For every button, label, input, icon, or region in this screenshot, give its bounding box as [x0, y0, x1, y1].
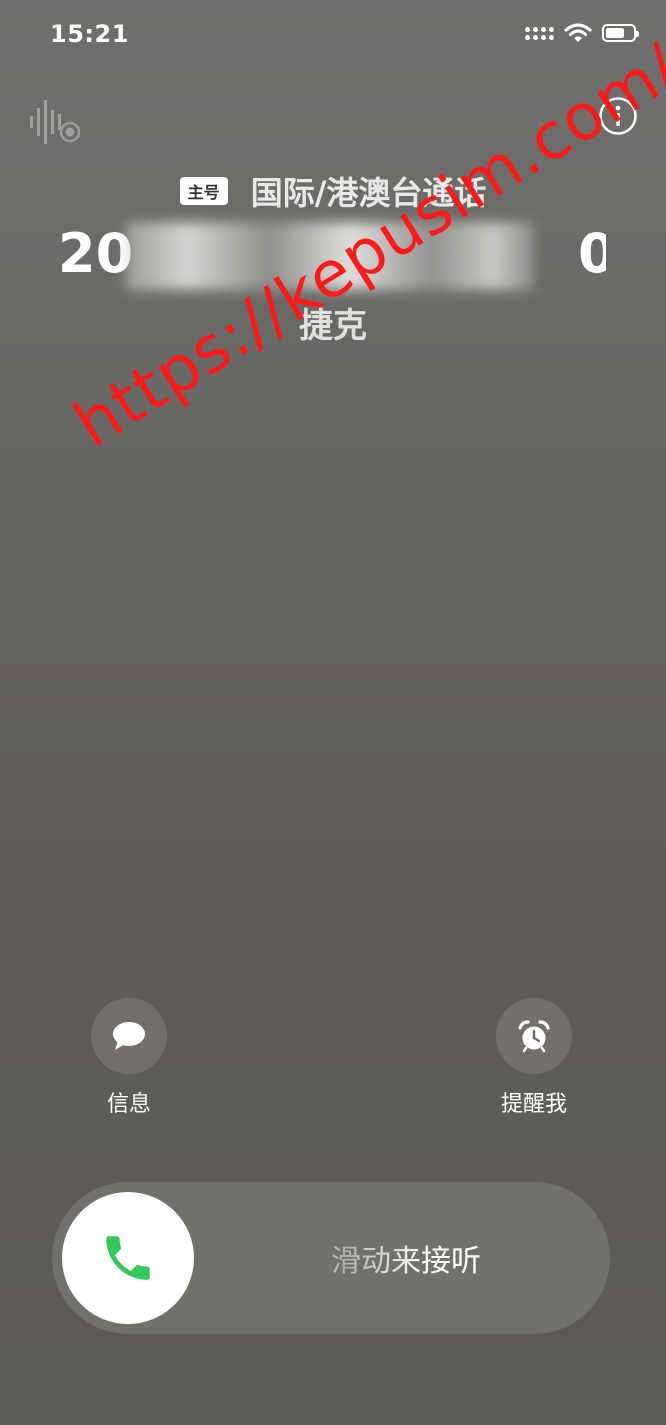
sim-badge: 主号: [179, 177, 228, 205]
phone-icon: [106, 1236, 150, 1280]
battery-icon: [602, 24, 639, 42]
call-type-row: 主号 国际/港澳台通话: [0, 168, 666, 214]
wifi-icon: [564, 23, 592, 42]
status-time: 15:21: [50, 20, 129, 48]
remind-me-button[interactable]: 提醒我: [489, 998, 579, 1118]
remind-me-button-circle[interactable]: [496, 998, 572, 1074]
message-label: 信息: [106, 1092, 151, 1117]
message-button[interactable]: 信息: [84, 998, 174, 1118]
info-icon: [599, 97, 637, 135]
caller-location: 捷克: [299, 306, 367, 346]
status-bar: 15:21: [0, 0, 666, 72]
phone-number-blur: [126, 222, 534, 290]
status-icons: [525, 22, 639, 44]
slide-to-answer-label: 滑动来接听: [331, 1244, 481, 1279]
phone-number: 20 0: [0, 222, 666, 292]
voice-record-icon: [30, 100, 81, 144]
signal-icon: [525, 26, 554, 40]
remind-me-label: 提醒我: [500, 1092, 567, 1117]
phone-number-end: 0: [578, 222, 606, 285]
message-bubble-icon: [113, 1022, 145, 1050]
info-button[interactable]: [598, 96, 638, 136]
answer-knob[interactable]: [62, 1192, 194, 1324]
alarm-clock-icon: [518, 1020, 550, 1053]
call-type-label: 国际/港澳台通话: [250, 174, 487, 212]
slide-to-answer-track[interactable]: 滑动来接听: [52, 1182, 610, 1334]
message-button-circle[interactable]: [91, 998, 167, 1074]
phone-number-start: 20: [58, 222, 134, 285]
